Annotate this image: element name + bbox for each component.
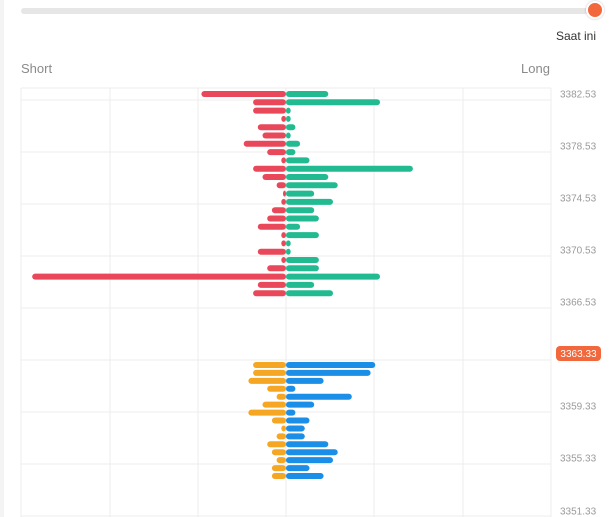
chart-grid — [20, 87, 552, 517]
short-bar — [276, 433, 286, 440]
short-bar — [281, 232, 286, 239]
short-bar — [262, 401, 286, 408]
y-tick-label: 3366.53 — [560, 298, 597, 309]
short-bar — [281, 425, 286, 432]
short-bar — [283, 190, 286, 197]
long-bar — [286, 385, 296, 392]
long-bar — [286, 91, 329, 97]
current-price-value: 3363.33 — [560, 349, 597, 360]
y-tick-label: 3351.33 — [560, 507, 597, 517]
long-bar — [286, 99, 380, 106]
y-tick-label: 3359.33 — [560, 402, 597, 413]
long-bar — [286, 433, 305, 440]
long-bar — [286, 441, 329, 448]
short-bar — [248, 377, 286, 384]
long-bar — [286, 232, 319, 239]
short-bar — [271, 417, 286, 424]
long-bar — [286, 425, 305, 432]
short-bar — [267, 385, 286, 392]
long-bar — [286, 465, 310, 472]
y-tick-label: 3382.53 — [560, 90, 597, 101]
short-bar — [267, 265, 286, 272]
short-bar — [276, 182, 286, 189]
long-bar — [286, 290, 333, 297]
short-bar — [281, 157, 286, 164]
short-bar — [253, 165, 286, 172]
long-bar — [286, 240, 291, 247]
short-bar — [281, 240, 286, 247]
long-bar — [286, 281, 315, 288]
long-bar — [286, 265, 319, 272]
short-bar — [32, 273, 287, 280]
short-bar — [257, 223, 286, 230]
long-bar — [286, 473, 324, 480]
short-bar — [201, 91, 286, 97]
long-bar — [286, 157, 310, 164]
long-bar — [286, 215, 319, 222]
short-bar — [257, 281, 286, 288]
long-bar — [286, 248, 291, 255]
short-bar — [267, 215, 286, 222]
short-bar — [281, 115, 286, 122]
long-bar — [286, 174, 329, 180]
long-bar — [286, 107, 291, 114]
order-book-card: Saat ini Short Long 3382.53 3378.53 3374.5… — [4, 0, 609, 517]
chart-y-ticks: 3382.53 3378.53 3374.53 3370.53 3366.53 3359.… — [560, 90, 597, 517]
short-bar — [262, 174, 286, 180]
y-tick-label: 3374.53 — [560, 194, 597, 205]
short-bar — [281, 257, 286, 263]
long-bar — [286, 369, 371, 376]
y-tick-label: 3378.53 — [560, 142, 597, 153]
short-bar — [271, 473, 286, 480]
long-bar — [286, 182, 338, 189]
short-bar — [281, 198, 286, 205]
short-bar — [253, 362, 286, 368]
short-bar — [257, 124, 286, 131]
chart-bars — [32, 91, 413, 480]
short-bar — [262, 132, 286, 139]
long-bar — [286, 362, 376, 368]
y-tick-label: 3370.53 — [560, 246, 597, 257]
short-bar — [276, 457, 286, 464]
long-bar — [286, 377, 324, 384]
long-bar — [286, 417, 310, 424]
short-bar — [267, 149, 286, 156]
long-bar — [286, 132, 291, 139]
short-bar — [243, 140, 286, 147]
y-tick-label: 3355.33 — [560, 454, 597, 465]
short-bar — [276, 393, 286, 400]
short-bar — [253, 107, 286, 114]
long-bar — [286, 449, 338, 456]
short-bar — [271, 449, 286, 456]
long-bar — [286, 207, 315, 214]
long-bar — [286, 273, 380, 280]
long-bar — [286, 140, 301, 147]
short-bar — [271, 207, 286, 214]
short-bar — [267, 441, 286, 448]
long-bar — [286, 409, 296, 416]
position-ratio-chart: 3382.53 3378.53 3374.53 3370.53 3366.53 3359.… — [20, 87, 601, 517]
long-bar — [286, 198, 333, 205]
long-bar — [286, 124, 296, 131]
long-bar — [286, 190, 315, 197]
short-bar — [271, 465, 286, 472]
long-bar — [286, 115, 291, 122]
long-bar — [286, 149, 296, 156]
long-bar — [286, 223, 301, 230]
current-price-marker: 3363.33 — [556, 346, 601, 361]
short-bar — [253, 290, 286, 297]
short-bar — [257, 248, 286, 255]
short-bar — [253, 369, 286, 376]
long-bar — [286, 165, 413, 172]
long-bar — [286, 257, 319, 263]
short-bar — [253, 99, 286, 106]
long-bar — [286, 393, 352, 400]
short-bar — [248, 409, 286, 416]
long-bar — [286, 457, 333, 464]
long-bar — [286, 401, 315, 408]
